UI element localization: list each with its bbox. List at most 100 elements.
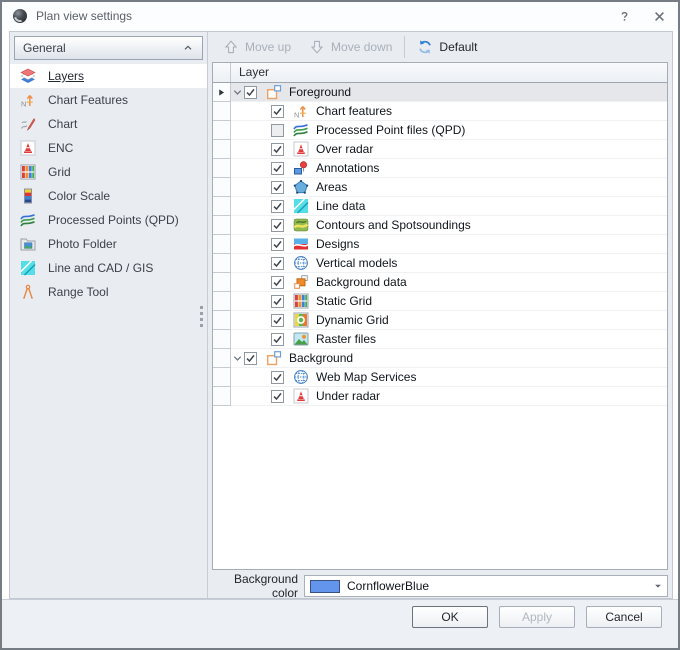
- tree-row-designs[interactable]: Designs: [213, 235, 667, 254]
- tree-row-content[interactable]: Web Map Services: [231, 368, 667, 387]
- row-checkbox[interactable]: [271, 142, 284, 156]
- row-checkbox[interactable]: [244, 85, 257, 99]
- row-checkbox[interactable]: [271, 180, 284, 194]
- svg-text:N: N: [294, 111, 299, 120]
- tree-row-label: Over radar: [316, 142, 374, 156]
- line-cad-gis-icon: [20, 260, 36, 276]
- tree-row-content[interactable]: Contours and Spotsoundings: [231, 216, 667, 235]
- tree-row-under-radar[interactable]: Under radar: [213, 387, 667, 406]
- tree-row-areas[interactable]: Areas: [213, 178, 667, 197]
- tree-row-label: Line data: [316, 199, 366, 213]
- sidebar-item-range-tool[interactable]: Range Tool: [10, 280, 207, 304]
- chevron-down-icon[interactable]: [231, 353, 244, 364]
- sidebar-item-processed-points-qpd[interactable]: Processed Points (QPD): [10, 208, 207, 232]
- sidebar-item-line-and-cad-gis[interactable]: Line and CAD / GIS: [10, 256, 207, 280]
- sidebar-item-layers[interactable]: Layers: [10, 64, 207, 88]
- tree-row-content[interactable]: Dynamic Grid: [231, 311, 667, 330]
- ok-button[interactable]: OK: [412, 606, 488, 628]
- row-checkbox[interactable]: [271, 104, 284, 118]
- vertical-models-icon: [293, 255, 309, 271]
- tree-row-content[interactable]: Line data: [231, 197, 667, 216]
- chevron-down-icon[interactable]: [231, 87, 244, 98]
- tree-row-vertical-models[interactable]: Vertical models: [213, 254, 667, 273]
- background-color-label: Background color: [233, 572, 298, 600]
- close-icon[interactable]: [653, 10, 666, 23]
- cancel-button[interactable]: Cancel: [586, 606, 662, 628]
- tree-row-label: Background data: [316, 275, 407, 289]
- tree-row-content[interactable]: Raster files: [231, 330, 667, 349]
- sidebar-item-photo-folder[interactable]: Photo Folder: [10, 232, 207, 256]
- sidebar-item-chart[interactable]: Chart: [10, 112, 207, 136]
- help-icon[interactable]: [618, 10, 631, 23]
- row-checkbox[interactable]: [271, 370, 284, 384]
- tree-row-content[interactable]: Vertical models: [231, 254, 667, 273]
- tree-row-raster-files[interactable]: Raster files: [213, 330, 667, 349]
- row-checkbox[interactable]: [271, 237, 284, 251]
- row-checkbox[interactable]: [244, 351, 257, 365]
- tree-row-content[interactable]: Designs: [231, 235, 667, 254]
- tree-row-web-map-services[interactable]: Web Map Services: [213, 368, 667, 387]
- color-scale-icon: [20, 188, 36, 204]
- move-down-button[interactable]: Move down: [300, 35, 401, 59]
- sidebar-item-label: Color Scale: [48, 189, 111, 203]
- background-color-combobox[interactable]: CornflowerBlue: [304, 575, 668, 597]
- move-up-button[interactable]: Move up: [214, 35, 300, 59]
- row-checkbox[interactable]: [271, 199, 284, 213]
- range-tool-icon: [20, 284, 36, 300]
- radar-buoy-icon: [293, 141, 309, 157]
- tree-row-background-data[interactable]: Background data: [213, 273, 667, 292]
- tree-row-content[interactable]: Background: [231, 349, 667, 368]
- tree-row-content[interactable]: Foreground: [231, 83, 667, 102]
- tree-row-static-grid[interactable]: Static Grid: [213, 292, 667, 311]
- sidebar-item-chart-features[interactable]: N Chart Features: [10, 88, 207, 112]
- title-bar[interactable]: Plan view settings: [2, 2, 678, 30]
- apply-button[interactable]: Apply: [499, 606, 575, 628]
- tree-row-dynamic-grid[interactable]: Dynamic Grid: [213, 311, 667, 330]
- sidebar-item-enc[interactable]: ENC: [10, 136, 207, 160]
- row-checkbox[interactable]: [271, 275, 284, 289]
- content-panel: General Layers N Chart Features Chart ENC Gri…: [9, 31, 673, 600]
- tree-row-annotations[interactable]: Annotations: [213, 159, 667, 178]
- tree-row-content[interactable]: Annotations: [231, 159, 667, 178]
- tree-row-contours-and-spotsoundings[interactable]: Contours and Spotsoundings: [213, 216, 667, 235]
- background-data-icon: [293, 274, 309, 290]
- row-indicator-cell: [213, 140, 231, 159]
- sidebar-group-header[interactable]: General: [14, 36, 203, 60]
- processed-points-icon: [293, 122, 309, 138]
- row-checkbox[interactable]: [271, 123, 284, 137]
- tree-row-label: Areas: [316, 180, 348, 194]
- tree-row-content[interactable]: N Chart features: [231, 102, 667, 121]
- row-indicator-cell: [213, 216, 231, 235]
- tree-row-content[interactable]: Under radar: [231, 387, 667, 406]
- sidebar-item-color-scale[interactable]: Color Scale: [10, 184, 207, 208]
- tree-row-processed-point-files-qpd[interactable]: Processed Point files (QPD): [213, 121, 667, 140]
- row-checkbox[interactable]: [271, 294, 284, 308]
- row-checkbox[interactable]: [271, 256, 284, 270]
- tree-row-content[interactable]: Over radar: [231, 140, 667, 159]
- tree-row-label: Raster files: [316, 332, 377, 346]
- splitter-handle[interactable]: [200, 306, 204, 330]
- chevron-down-icon[interactable]: [649, 576, 667, 596]
- row-checkbox[interactable]: [271, 218, 284, 232]
- tree-row-background[interactable]: Background: [213, 349, 667, 368]
- tree-row-content[interactable]: Processed Point files (QPD): [231, 121, 667, 140]
- default-button[interactable]: Default: [408, 35, 486, 59]
- chevron-up-icon[interactable]: [182, 42, 194, 54]
- tree-row-foreground[interactable]: Foreground: [213, 83, 667, 102]
- tree-row-label: Foreground: [289, 85, 352, 99]
- main-area: Move up Move down Default Layer Foregrou…: [212, 32, 668, 600]
- tree-row-line-data[interactable]: Line data: [213, 197, 667, 216]
- row-checkbox[interactable]: [271, 389, 284, 403]
- tree-row-chart-features[interactable]: N Chart features: [213, 102, 667, 121]
- tree-row-content[interactable]: Static Grid: [231, 292, 667, 311]
- sidebar-item-grid[interactable]: Grid: [10, 160, 207, 184]
- tree-row-over-radar[interactable]: Over radar: [213, 140, 667, 159]
- row-indicator-cell: [213, 349, 231, 368]
- layer-column-header[interactable]: Layer: [231, 63, 667, 82]
- tree-row-list: Foreground N Chart features Processed Point…: [213, 83, 667, 406]
- tree-row-content[interactable]: Areas: [231, 178, 667, 197]
- row-checkbox[interactable]: [271, 313, 284, 327]
- tree-row-content[interactable]: Background data: [231, 273, 667, 292]
- row-checkbox[interactable]: [271, 161, 284, 175]
- row-checkbox[interactable]: [271, 332, 284, 346]
